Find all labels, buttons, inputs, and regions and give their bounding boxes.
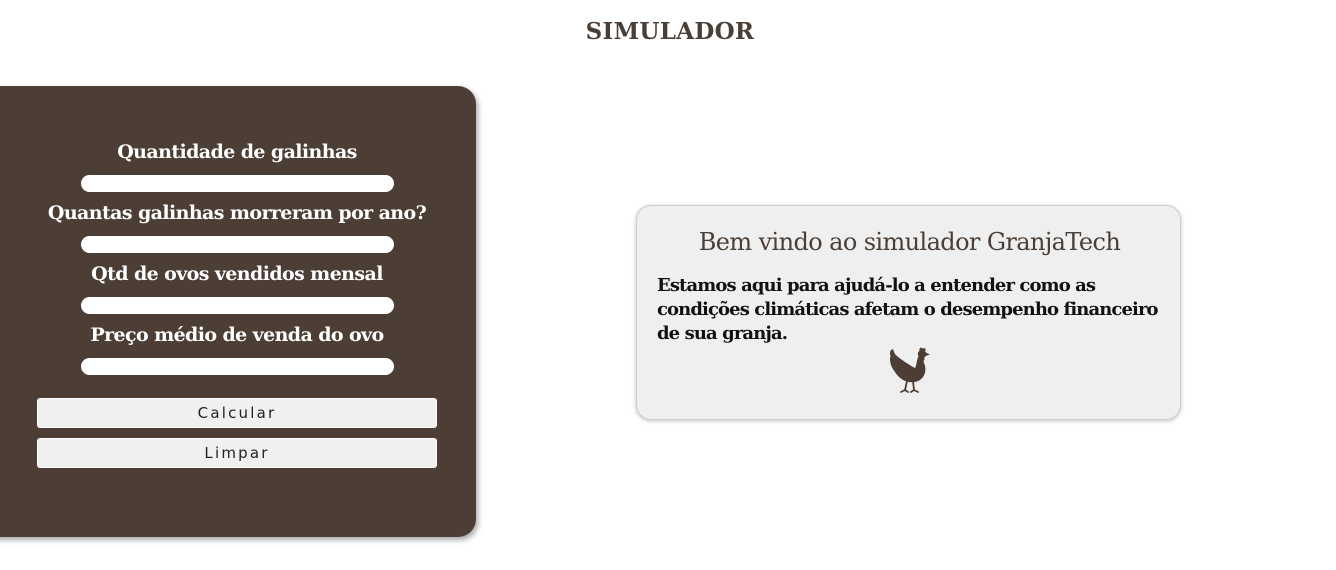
simulator-form-panel: Quantidade de galinhas Quantas galinhas … <box>0 86 476 537</box>
egg-average-price-input[interactable] <box>81 358 394 375</box>
chicken-quantity-label: Quantidade de galinhas <box>117 141 357 163</box>
calculate-button[interactable]: Calcular <box>37 398 437 428</box>
monthly-eggs-sold-input[interactable] <box>81 297 394 314</box>
chicken-quantity-input[interactable] <box>81 175 394 192</box>
egg-average-price-label: Preço médio de venda do ovo <box>90 324 384 346</box>
welcome-text: Estamos aqui para ajudá-lo a entender co… <box>657 275 1159 344</box>
welcome-title: Bem vindo ao simulador GranjaTech <box>698 228 1121 256</box>
hen-icon <box>889 347 930 393</box>
monthly-eggs-sold-label: Qtd de ovos vendidos mensal <box>91 263 383 285</box>
clear-button[interactable]: Limpar <box>37 438 437 468</box>
chicken-deaths-label: Quantas galinhas morreram por ano? <box>47 202 427 224</box>
welcome-card: Bem vindo ao simulador GranjaTech Estamo… <box>636 205 1181 420</box>
chicken-deaths-input[interactable] <box>81 236 394 253</box>
page-title: SIMULADOR <box>585 18 755 45</box>
